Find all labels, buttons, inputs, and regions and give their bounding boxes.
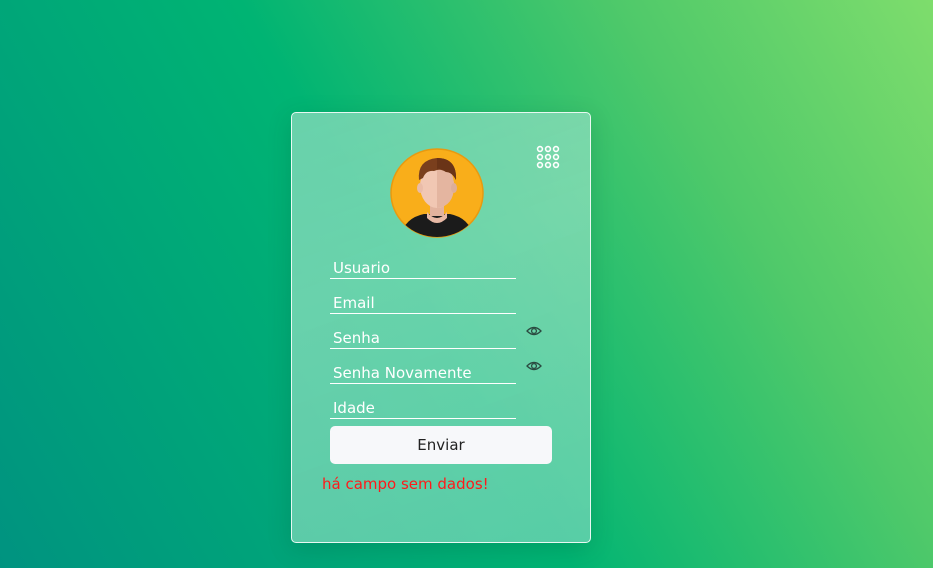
idade-field <box>330 390 516 419</box>
email-input[interactable] <box>330 285 516 313</box>
user-avatar <box>390 148 484 238</box>
email-field <box>330 285 516 314</box>
eye-icon[interactable] <box>526 325 542 337</box>
enviar-button[interactable]: Enviar <box>330 426 552 464</box>
signup-card: Enviar há campo sem dados! <box>291 112 591 543</box>
senha-input[interactable] <box>330 320 516 348</box>
error-message: há campo sem dados! <box>322 475 489 493</box>
usuario-field <box>330 250 516 279</box>
senha-novamente-input[interactable] <box>330 355 516 383</box>
senha-field <box>330 320 516 349</box>
usuario-input[interactable] <box>330 250 516 278</box>
eye-icon[interactable] <box>526 360 542 372</box>
senha-novamente-field <box>330 355 516 384</box>
apps-grid-icon[interactable] <box>536 145 560 169</box>
idade-input[interactable] <box>330 390 516 418</box>
